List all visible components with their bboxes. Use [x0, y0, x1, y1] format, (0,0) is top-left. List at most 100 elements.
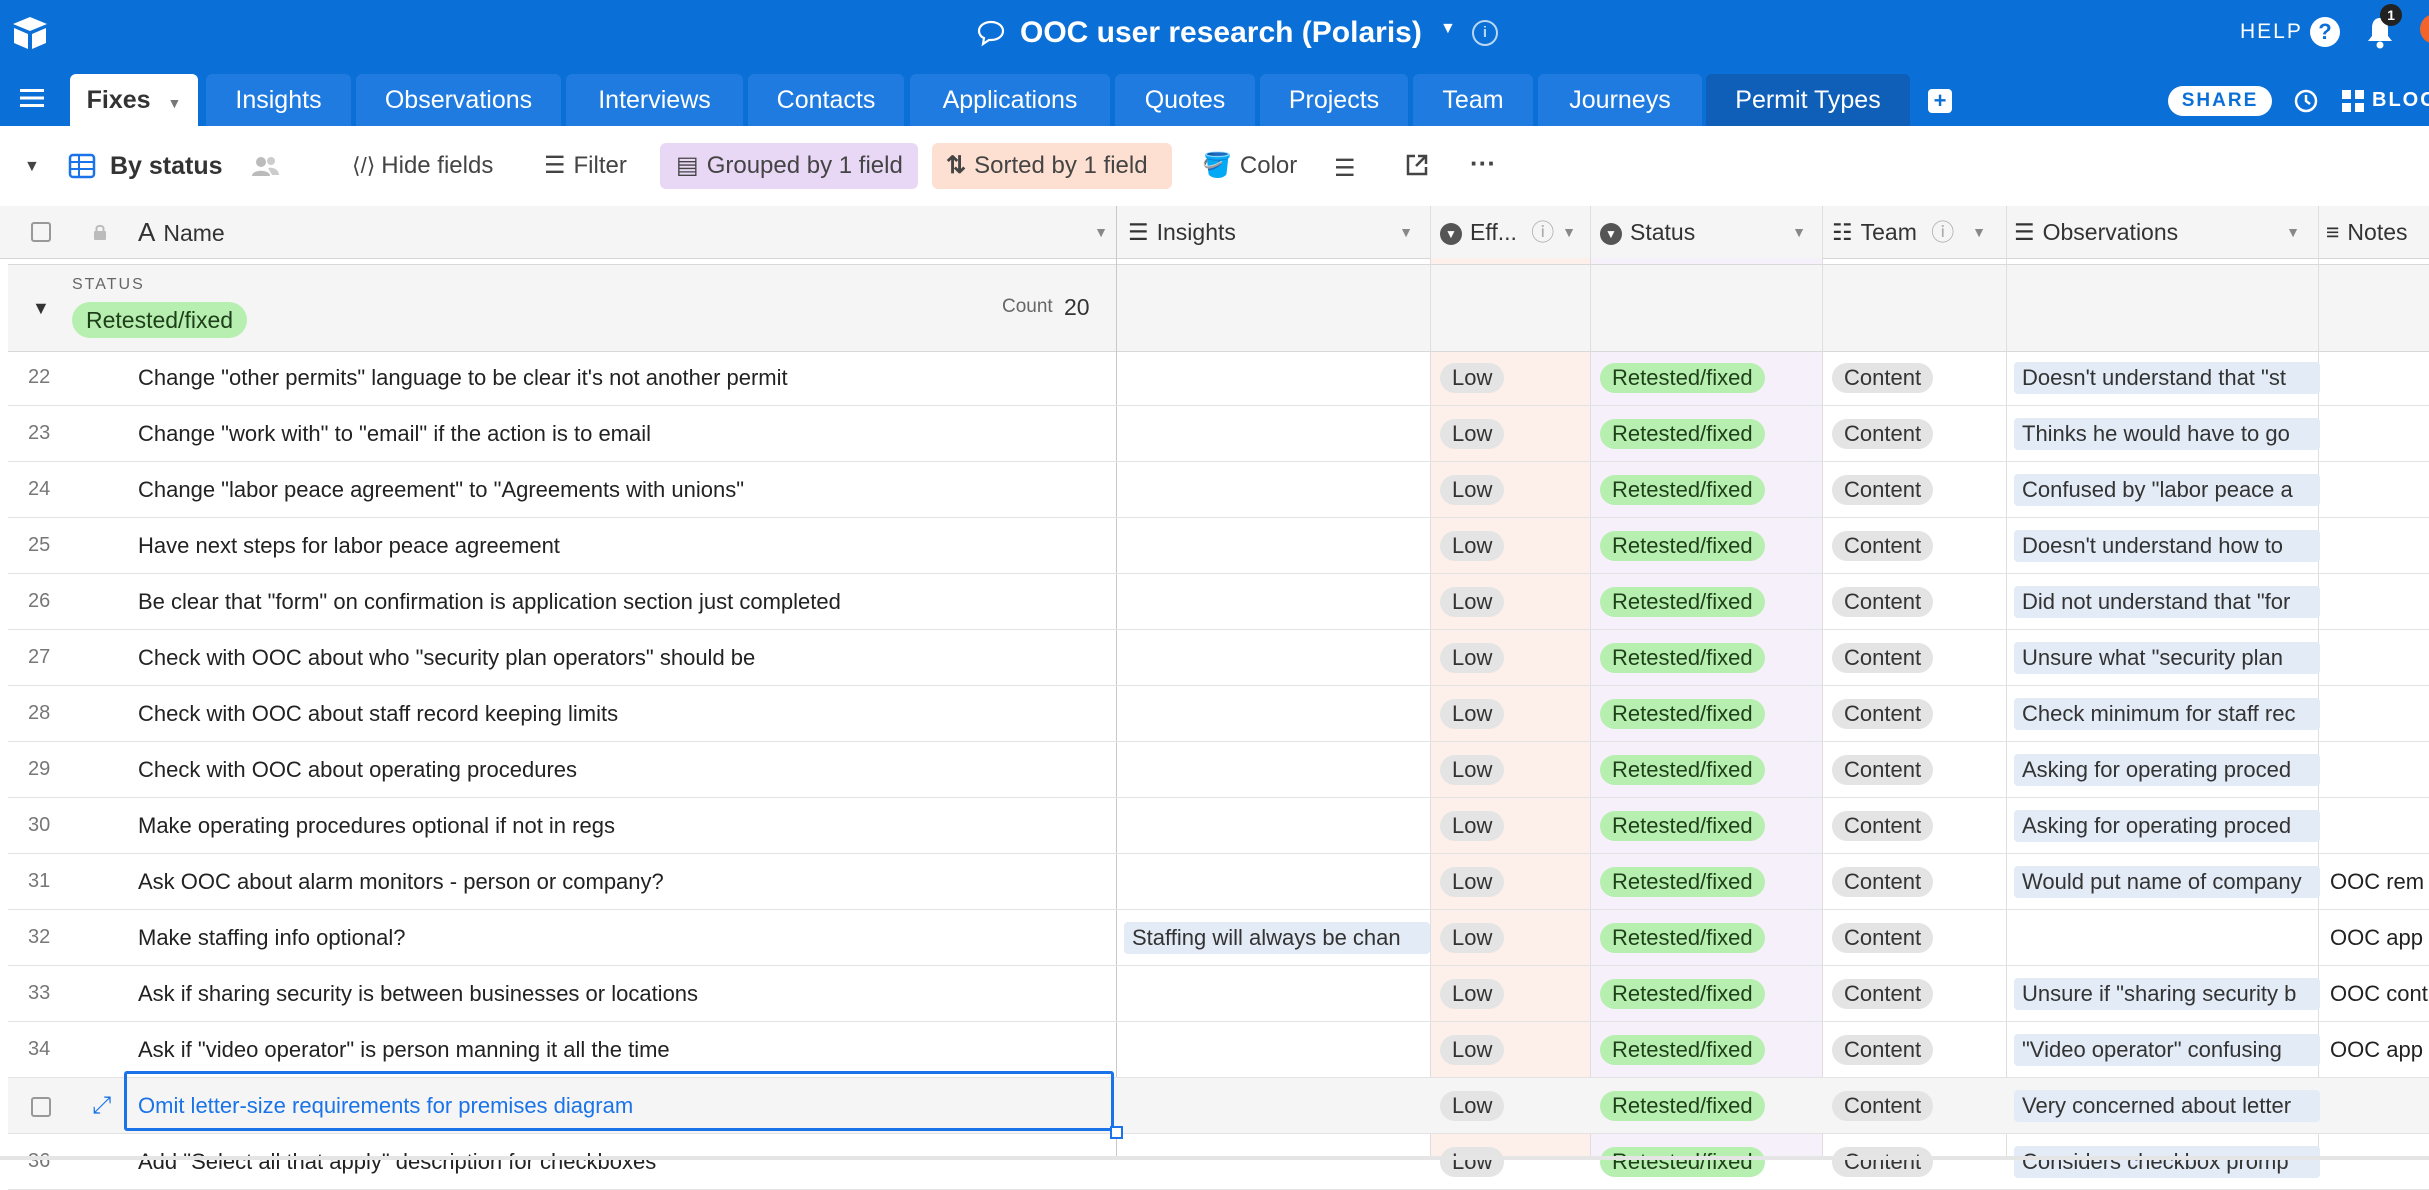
tab-quotes[interactable]: Quotes [1115, 74, 1255, 126]
comment-icon[interactable] [976, 18, 1006, 48]
grid-view-icon[interactable] [68, 152, 96, 180]
record-name[interactable]: Change "work with" to "email" if the act… [138, 406, 1108, 461]
tab-journeys[interactable]: Journeys [1538, 74, 1702, 126]
sort-button[interactable]: ⇅ Sorted by 1 field [932, 143, 1172, 189]
row-height-icon[interactable]: ☰ [1334, 154, 1356, 183]
observation-chip[interactable]: Asking for operating proced [2014, 810, 2320, 842]
row-checkbox[interactable] [31, 1097, 51, 1117]
share-view-icon[interactable] [1404, 152, 1430, 178]
table-row[interactable]: 31 Ask OOC about alarm monitors - person … [8, 854, 2429, 910]
help-icon[interactable]: ? [2310, 17, 2340, 47]
record-name[interactable]: Add "Select all that apply" description … [138, 1134, 1108, 1189]
tab-dropdown-icon[interactable]: ▼ [168, 95, 182, 111]
tab-insights[interactable]: Insights [206, 74, 351, 126]
insight-chip[interactable]: Staffing will always be chan [1124, 922, 1430, 954]
observation-chip[interactable]: Doesn't understand that "st [2014, 362, 2320, 394]
column-observations[interactable]: ☰ Observations ▼ [2014, 206, 2300, 258]
record-name[interactable]: Make operating procedures optional if no… [138, 798, 1108, 853]
record-name[interactable]: Check with OOC about who "security plan … [138, 630, 1108, 685]
column-team[interactable]: ☷ Team ⓘ ▼ [1832, 206, 1986, 258]
help-label[interactable]: HELP [2240, 20, 2303, 44]
view-name[interactable]: By status [110, 143, 223, 189]
table-row[interactable]: 34 Ask if "video operator" is person mann… [8, 1022, 2429, 1078]
table-row[interactable]: 25 Have next steps for labor peace agreem… [8, 518, 2429, 574]
observation-chip[interactable]: Did not understand that "for [2014, 586, 2320, 618]
blocks-icon[interactable] [2340, 88, 2366, 114]
base-title[interactable]: OOC user research (Polaris) [1020, 13, 1422, 53]
tab-permit-types[interactable]: Permit Types [1706, 74, 1910, 126]
tab-team[interactable]: Team [1413, 74, 1533, 126]
share-button[interactable]: SHARE [2168, 86, 2272, 116]
tab-observations[interactable]: Observations [356, 74, 561, 126]
cell-fill-handle[interactable] [1110, 1126, 1123, 1139]
table-row[interactable]: 28 Check with OOC about staff record keep… [8, 686, 2429, 742]
column-dropdown-icon[interactable]: ▼ [1792, 206, 1806, 258]
column-dropdown-icon[interactable]: ▼ [2286, 206, 2300, 258]
group-button[interactable]: ▤ Grouped by 1 field [660, 143, 918, 189]
table-row[interactable]: 32 Make staffing info optional? Staffing w… [8, 910, 2429, 966]
column-insights[interactable]: ☰ Insights ▼ [1128, 206, 1413, 258]
select-all-checkbox[interactable] [31, 222, 51, 242]
observation-chip[interactable]: Thinks he would have to go [2014, 418, 2320, 450]
observation-chip[interactable]: "Video operator" confusing [2014, 1034, 2320, 1066]
tab-interviews[interactable]: Interviews [566, 74, 743, 126]
add-table-icon[interactable]: + [1928, 89, 1952, 113]
table-row[interactable]: 27 Check with OOC about who "security pla… [8, 630, 2429, 686]
column-dropdown-icon[interactable]: ▼ [1562, 206, 1576, 258]
observation-chip[interactable]: Asking for operating proced [2014, 754, 2320, 786]
column-dropdown-icon[interactable]: ▼ [1399, 206, 1413, 258]
column-dropdown-icon[interactable]: ▼ [1972, 206, 1986, 258]
observation-chip[interactable]: Confused by "labor peace a [2014, 474, 2320, 506]
airtable-logo-icon[interactable] [10, 15, 50, 51]
observation-chip[interactable]: Doesn't understand how to [2014, 530, 2320, 562]
table-row[interactable]: 36 Add "Select all that apply" descriptio… [8, 1134, 2429, 1190]
table-row[interactable]: 24 Change "labor peace agreement" to "Agr… [8, 462, 2429, 518]
tab-projects[interactable]: Projects [1260, 74, 1408, 126]
table-row[interactable]: 26 Be clear that "form" on confirmation i… [8, 574, 2429, 630]
observation-chip[interactable]: Unsure if "sharing security b [2014, 978, 2320, 1010]
hide-fields-button[interactable]: ⟨/⟩ Hide fields [344, 143, 501, 189]
column-status[interactable]: ▼ Status ▼ [1600, 206, 1806, 258]
record-name[interactable]: Change "labor peace agreement" to "Agree… [138, 462, 1108, 517]
color-button[interactable]: 🪣 Color [1194, 143, 1305, 189]
record-name[interactable]: Ask OOC about alarm monitors - person or… [138, 854, 1108, 909]
tab-applications[interactable]: Applications [910, 74, 1110, 126]
collaborators-icon[interactable] [250, 154, 280, 178]
notes-cell[interactable]: OOC app [2330, 910, 2429, 965]
blocks-label[interactable]: BLOC [2372, 89, 2429, 112]
group-collapse-icon[interactable]: ▼ [32, 298, 50, 319]
table-row[interactable]: 30 Make operating procedures optional if … [8, 798, 2429, 854]
notes-cell[interactable]: OOC cont [2330, 966, 2429, 1021]
table-row[interactable]: 33 Ask if sharing security is between bus… [8, 966, 2429, 1022]
record-name[interactable]: Be clear that "form" on confirmation is … [138, 574, 1108, 629]
selected-cell-outline[interactable] [124, 1071, 1114, 1131]
column-dropdown-icon[interactable]: ▼ [1094, 206, 1108, 258]
record-name[interactable]: Have next steps for labor peace agreemen… [138, 518, 1108, 573]
title-dropdown-icon[interactable]: ▼ [1440, 20, 1456, 38]
table-row[interactable]: 22 Change "other permits" language to be … [8, 350, 2429, 406]
observation-chip[interactable]: Unsure what "security plan [2014, 642, 2320, 674]
history-icon[interactable] [2292, 87, 2320, 115]
sidebar-toggle-icon[interactable]: ▼ [24, 158, 40, 176]
menu-icon[interactable] [20, 88, 44, 108]
notes-cell[interactable]: OOC app [2330, 1022, 2429, 1077]
filter-button[interactable]: ☰ Filter [536, 143, 635, 189]
observation-chip[interactable]: Very concerned about letter [2014, 1090, 2320, 1122]
observation-chip[interactable]: Considers checkbox promp [2014, 1146, 2320, 1178]
notes-cell[interactable]: OOC rem [2330, 854, 2429, 909]
expand-record-icon[interactable]: ⤢ [92, 1078, 111, 1133]
column-name[interactable]: A Name ▼ [138, 206, 1108, 258]
column-effort[interactable]: ▼ Eff... ⓘ ▼ [1440, 206, 1576, 258]
tab-fixes[interactable]: Fixes ▼ [70, 74, 198, 126]
observation-chip[interactable]: Would put name of company [2014, 866, 2320, 898]
record-name[interactable]: Change "other permits" language to be cl… [138, 350, 1108, 405]
info-icon[interactable]: i [1472, 20, 1498, 46]
record-name[interactable]: Ask if "video operator" is person mannin… [138, 1022, 1108, 1077]
record-name[interactable]: Make staffing info optional? [138, 910, 1108, 965]
column-notes[interactable]: ≡ Notes [2326, 206, 2429, 258]
table-row[interactable]: 29 Check with OOC about operating procedu… [8, 742, 2429, 798]
record-name[interactable]: Check with OOC about staff record keepin… [138, 686, 1108, 741]
tab-contacts[interactable]: Contacts [748, 74, 904, 126]
record-name[interactable]: Check with OOC about operating procedure… [138, 742, 1108, 797]
more-options-icon[interactable]: ··· [1470, 148, 1496, 179]
